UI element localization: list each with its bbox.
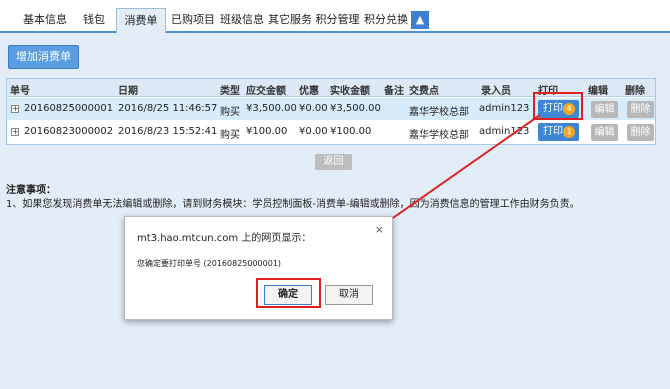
- col-delete: 删除: [625, 86, 645, 97]
- cell-location: 嘉华学校总部: [409, 130, 469, 141]
- col-received: 实收金额: [330, 86, 370, 97]
- expand-icon[interactable]: +: [11, 105, 19, 113]
- edit-button[interactable]: 编辑: [591, 101, 618, 118]
- cell-type: 购买: [220, 130, 240, 141]
- cell-discount: ¥0.00: [299, 103, 328, 114]
- notes-text: 1、如果您发现消费单无法编辑或删除，请到财务模块：学员控制面板-消费单-编辑或删…: [6, 199, 580, 210]
- cell-location: 嘉华学校总部: [409, 107, 469, 118]
- tab-purchased[interactable]: 已购项目: [169, 6, 217, 33]
- cell-received: ¥3,500.00: [330, 103, 381, 114]
- tab-other-services[interactable]: 其它服务: [267, 6, 313, 33]
- col-operator: 录入员: [481, 86, 511, 97]
- cancel-button[interactable]: 取消: [325, 285, 373, 305]
- cell-id: 20160825000001: [24, 103, 114, 114]
- tab-basic-info[interactable]: 基本信息: [18, 6, 72, 33]
- add-consumption-button[interactable]: 增加消费单: [8, 45, 79, 69]
- cell-operator: admin123: [479, 126, 530, 137]
- col-note: 备注: [384, 86, 404, 97]
- cell-id: 20160823000002: [24, 126, 114, 137]
- cell-operator: admin123: [479, 103, 530, 114]
- back-button[interactable]: 返回: [315, 154, 352, 170]
- col-discount: 优惠: [299, 86, 319, 97]
- col-date: 日期: [118, 86, 138, 97]
- page: 基本信息 钱包 消费单 已购项目 班级信息 其它服务 积分管理 积分兑换 ▲ 增…: [0, 0, 670, 389]
- tab-scroll-up-icon[interactable]: ▲: [411, 11, 429, 29]
- cell-due: ¥3,500.00: [246, 103, 297, 114]
- tab-wallet[interactable]: 钱包: [77, 6, 111, 33]
- col-edit: 编辑: [588, 86, 608, 97]
- col-location: 交费点: [409, 86, 439, 97]
- tab-class-info[interactable]: 班级信息: [219, 6, 265, 33]
- delete-button[interactable]: 删除: [627, 101, 654, 118]
- edit-button[interactable]: 编辑: [591, 124, 618, 141]
- print-count-badge: 1: [563, 126, 575, 138]
- expand-icon[interactable]: +: [11, 128, 19, 136]
- col-due: 应交金额: [246, 86, 286, 97]
- dialog-title: mt3.hao.mtcun.com 上的网页显示：: [137, 233, 312, 244]
- tab-points-management[interactable]: 积分管理: [314, 6, 361, 33]
- cell-type: 购买: [220, 107, 240, 118]
- tab-points-exchange[interactable]: 积分兑换: [363, 6, 409, 33]
- notes-title: 注意事项：: [6, 185, 56, 196]
- confirm-button-highlight: [256, 278, 321, 308]
- col-type: 类型: [220, 86, 240, 97]
- print-button[interactable]: 打印 1: [538, 123, 579, 141]
- close-icon[interactable]: ×: [375, 223, 384, 236]
- cell-received: ¥100.00: [330, 126, 372, 137]
- tab-bar: 基本信息 钱包 消费单 已购项目 班级信息 其它服务 积分管理 积分兑换 ▲: [0, 0, 670, 33]
- print-label: 打印: [543, 126, 563, 137]
- cell-date: 2016/8/25 11:46:57: [118, 103, 218, 114]
- table-row[interactable]: + 20160823000002 2016/8/23 15:52:41 购买 ¥…: [7, 121, 655, 143]
- col-id: 单号: [10, 86, 30, 97]
- cell-date: 2016/8/23 15:52:41: [118, 126, 218, 137]
- cell-discount: ¥0.00: [299, 126, 328, 137]
- print-button-highlight: [533, 92, 583, 120]
- dialog-message: 您确定要打印单号 (20160825000001): [137, 259, 282, 268]
- cell-due: ¥100.00: [246, 126, 288, 137]
- delete-button[interactable]: 删除: [627, 124, 654, 141]
- tab-consumption[interactable]: 消费单: [116, 8, 166, 33]
